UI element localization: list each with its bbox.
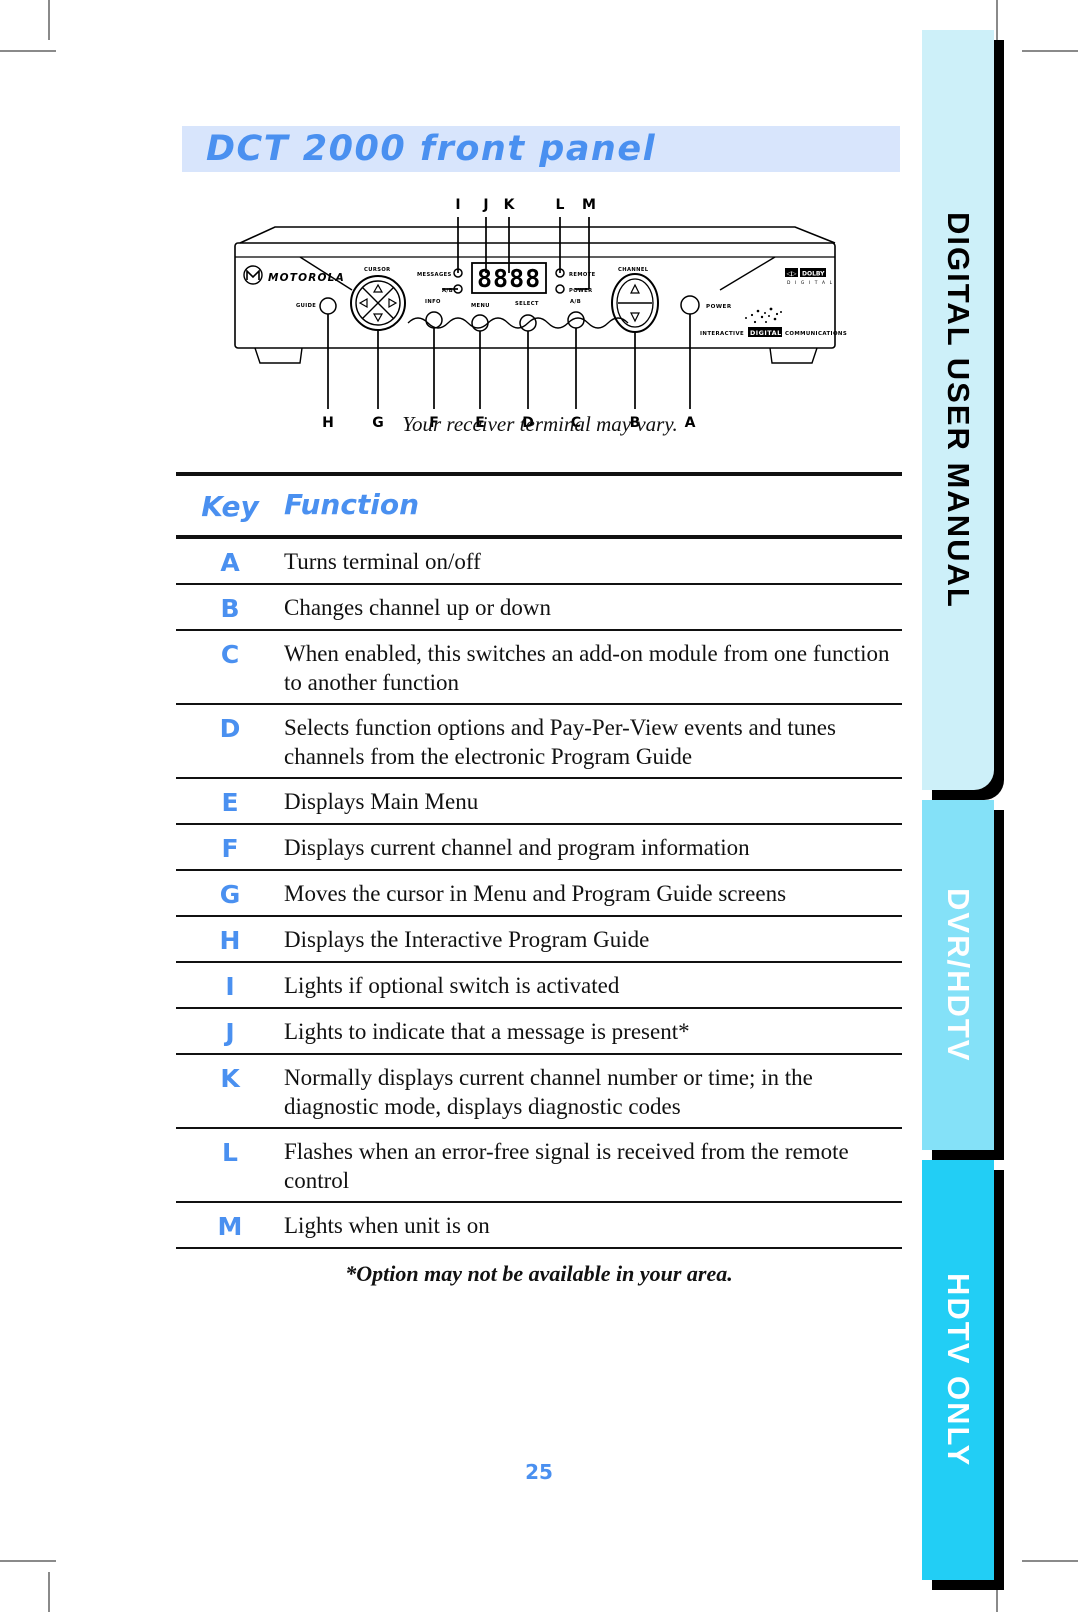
key-cell: L [222,1138,238,1167]
key-cell: D [219,714,241,743]
table-header-row: Key Function [176,476,902,535]
function-cell: Displays Main Menu [284,789,479,814]
function-cell: When enabled, this switches an add-on mo… [284,641,890,695]
key-cell: C [220,640,240,669]
table-row: D Selects function options and Pay-Per-V… [176,705,902,777]
crop-mark-bottom-left-vertical [48,1572,50,1612]
tab-digital-user-manual[interactable]: DIGITAL USER MANUAL [922,30,1004,800]
function-cell: Selects function options and Pay-Per-Vie… [284,715,836,769]
crop-mark-top-left-horizontal [0,50,56,52]
function-cell: Displays the Interactive Program Guide [284,927,650,952]
figure-caption: Your receiver terminal may vary. [402,412,678,436]
tab-label-hdtv-only: HDTV ONLY [941,1272,976,1468]
svg-text:COMMUNICATIONS: COMMUNICATIONS [785,331,847,337]
table-row: B Changes channel up or down [176,585,902,629]
svg-text:INFO: INFO [425,299,441,305]
svg-text:A/B: A/B [570,299,581,305]
svg-text:MOTOROLA: MOTOROLA [268,272,345,284]
key-cell: E [221,788,239,817]
svg-text:SELECT: SELECT [515,301,539,307]
function-cell: Turns terminal on/off [284,549,481,574]
svg-text:J: J [482,197,488,213]
svg-text:INTERACTIVE: INTERACTIVE [700,331,744,337]
svg-text:D I G I T A L: D I G I T A L [787,280,834,286]
function-cell: Lights if optional switch is activated [284,973,620,998]
key-cell: F [221,834,239,863]
tab-label-digital-user-manual: DIGITAL USER MANUAL [941,211,976,609]
crop-mark-bottom-left-horizontal [0,1560,56,1562]
table-row: G Moves the cursor in Menu and Program G… [176,871,902,915]
column-header-key: Key [201,490,259,523]
column-header-function: Function [284,488,420,521]
key-cell: M [217,1212,243,1241]
function-cell: Changes channel up or down [284,595,551,620]
table-footnote: *Option may not be available in your are… [345,1261,733,1286]
key-cell: G [219,880,241,909]
section-tab-rail: DIGITAL USER MANUAL DVR/HDTV HDTV ONLY [910,0,1080,1612]
function-cell: Normally displays current channel number… [284,1065,813,1119]
svg-text:MENU: MENU [471,303,490,309]
page-number: 25 [525,1460,553,1484]
function-cell: Moves the cursor in Menu and Program Gui… [284,881,787,906]
key-cell: K [220,1064,240,1093]
crop-mark-top-left-vertical [48,0,50,40]
page-title: DCT 2000 front panel [206,129,657,169]
table-row: K Normally displays current channel numb… [176,1055,902,1127]
function-cell: Lights to indicate that a message is pre… [284,1019,690,1044]
table-row: F Displays current channel and program i… [176,825,902,869]
svg-text:I: I [455,197,460,213]
svg-text:POWER: POWER [706,304,732,310]
table-row: I Lights if optional switch is activated [176,963,902,1007]
table-row: A Turns terminal on/off [176,539,902,583]
key-function-table: Key Function A Turns terminal on/off B C… [176,472,902,1287]
table-row: M Lights when unit is on [176,1203,902,1247]
table-row: E Displays Main Menu [176,779,902,823]
table-row: J Lights to indicate that a message is p… [176,1009,902,1053]
svg-text:CURSOR: CURSOR [364,267,391,273]
svg-text:CHANNEL: CHANNEL [618,267,649,273]
table-row: C When enabled, this switches an add-on … [176,631,902,703]
svg-text:DIGITAL: DIGITAL [750,329,782,337]
svg-text:DOLBY: DOLBY [802,270,825,277]
manual-page: DIGITAL USER MANUAL DVR/HDTV HDTV ONLY D… [0,0,1080,1612]
key-cell: I [225,972,235,1001]
front-panel-diagram: MOTOROLA GUIDE CURSOR INFO MENU SELECT A… [180,195,900,445]
tab-label-dvr-hdtv: DVR/HDTV [941,887,976,1063]
tab-dvr-hdtv[interactable]: DVR/HDTV [922,800,1004,1160]
svg-text:GUIDE: GUIDE [296,303,316,309]
svg-text:M: M [582,197,596,213]
table-row: H Displays the Interactive Program Guide [176,917,902,961]
title-banner: DCT 2000 front panel [182,126,900,172]
svg-text:REMOTE: REMOTE [569,272,596,278]
tab-hdtv-only[interactable]: HDTV ONLY [922,1160,1004,1590]
function-cell: Displays current channel and program inf… [284,835,750,860]
svg-text:MESSAGES: MESSAGES [417,272,452,278]
key-cell: A [220,548,240,577]
table-row: L Flashes when an error-free signal is r… [176,1129,902,1201]
svg-text:L: L [556,197,565,213]
key-cell: B [220,594,240,623]
function-cell: Flashes when an error-free signal is rec… [284,1139,849,1193]
svg-text:K: K [504,197,516,213]
key-cell: H [219,926,241,955]
key-cell: J [225,1018,235,1047]
svg-text:◁▷: ◁▷ [787,270,797,278]
function-cell: Lights when unit is on [284,1213,490,1238]
